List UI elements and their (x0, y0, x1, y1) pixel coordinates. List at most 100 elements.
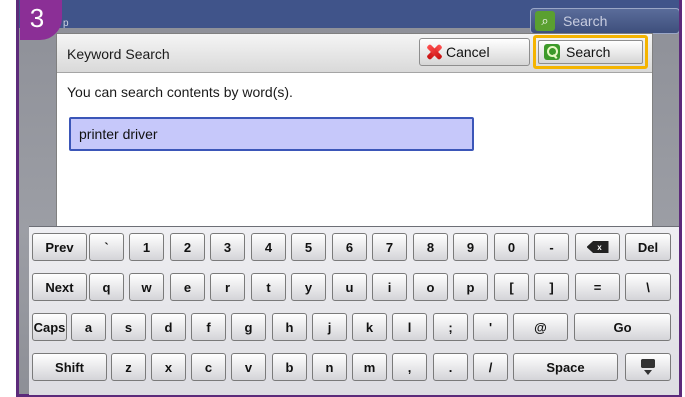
key-char-118[interactable]: v (231, 353, 266, 381)
search-icon: ⌕ (535, 11, 555, 31)
key-label: u (345, 279, 354, 295)
key-char-99[interactable]: c (191, 353, 226, 381)
key-char-102[interactable]: f (191, 313, 226, 341)
key-char-112[interactable]: p (453, 273, 488, 301)
search-icon (544, 44, 560, 60)
key-char-51[interactable]: 3 (210, 233, 245, 261)
key-hide-keyboard[interactable] (625, 353, 671, 381)
key-char-116[interactable]: t (251, 273, 286, 301)
key-label: c (204, 359, 213, 375)
backspace-icon: x (586, 241, 609, 253)
key-char-50[interactable]: 2 (170, 233, 205, 261)
key-label: t (266, 279, 271, 295)
key-label: Shift (55, 359, 84, 375)
key-char-117[interactable]: u (332, 273, 367, 301)
key-char-47[interactable]: / (473, 353, 508, 381)
key-char-109[interactable]: m (352, 353, 387, 381)
key-char-64[interactable]: @ (513, 313, 568, 341)
key-char-44[interactable]: , (392, 353, 427, 381)
key-char-113[interactable]: q (89, 273, 124, 301)
key-char-106[interactable]: j (312, 313, 347, 341)
key-char-107[interactable]: k (352, 313, 387, 341)
key-char-108[interactable]: l (392, 313, 427, 341)
dialog-header: Keyword Search Cancel Search (57, 34, 652, 73)
key-label: , (407, 359, 412, 375)
key-char-110[interactable]: n (312, 353, 347, 381)
key-label: r (224, 279, 231, 295)
key-char-122[interactable]: z (111, 353, 146, 381)
key-label: n (325, 359, 334, 375)
key-char-55[interactable]: 7 (372, 233, 407, 261)
key-char-53[interactable]: 5 (291, 233, 326, 261)
key-shift[interactable]: Shift (32, 353, 107, 381)
key-char-97[interactable]: a (71, 313, 106, 341)
key-label: 1 (142, 239, 151, 255)
key-char-92[interactable]: \ (625, 273, 671, 301)
key-backspace[interactable]: x (575, 233, 620, 261)
key-label: h (285, 319, 294, 335)
search-button[interactable]: Search (538, 40, 643, 64)
key-label: Prev (45, 239, 74, 255)
key-label: 2 (183, 239, 192, 255)
key-label: 0 (507, 239, 516, 255)
key-char-103[interactable]: g (231, 313, 266, 341)
step-number: 3 (29, 3, 45, 33)
cancel-label: Cancel (446, 44, 490, 60)
cancel-button[interactable]: Cancel (419, 38, 530, 66)
key-label: 9 (466, 239, 475, 255)
key-label: v (244, 359, 253, 375)
key-char-54[interactable]: 6 (332, 233, 367, 261)
key-label: g (244, 319, 253, 335)
key-go[interactable]: Go (574, 313, 671, 341)
key-label: - (549, 239, 554, 255)
dialog-description: You can search contents by word(s). (67, 84, 293, 100)
key-char-119[interactable]: w (129, 273, 164, 301)
key-label: a (84, 319, 93, 335)
key-label: 3 (223, 239, 232, 255)
key-prev[interactable]: Prev (32, 233, 87, 261)
keyboard-hide-icon (641, 359, 655, 375)
key-space[interactable]: Space (513, 353, 618, 381)
key-char-111[interactable]: o (413, 273, 448, 301)
key-char-104[interactable]: h (272, 313, 307, 341)
key-label: e (183, 279, 192, 295)
key-char-100[interactable]: d (151, 313, 186, 341)
key-char-93[interactable]: ] (534, 273, 569, 301)
key-char-61[interactable]: = (575, 273, 620, 301)
key-next[interactable]: Next (32, 273, 87, 301)
key-char-105[interactable]: i (372, 273, 407, 301)
key-char-115[interactable]: s (111, 313, 146, 341)
key-label: p (466, 279, 475, 295)
key-label: ] (549, 279, 554, 295)
background-search-button: ⌕ Search (530, 8, 679, 34)
key-char-91[interactable]: [ (494, 273, 529, 301)
key-char-56[interactable]: 8 (413, 233, 448, 261)
key-char-101[interactable]: e (170, 273, 205, 301)
key-char-96[interactable]: ` (89, 233, 124, 261)
key-char-39[interactable]: ' (473, 313, 508, 341)
key-del[interactable]: Del (625, 233, 671, 261)
key-char-120[interactable]: x (151, 353, 186, 381)
key-label: 5 (304, 239, 313, 255)
key-char-46[interactable]: . (433, 353, 468, 381)
key-char-114[interactable]: r (210, 273, 245, 301)
keyword-input[interactable] (69, 117, 474, 151)
key-label: m (363, 359, 376, 375)
key-label: w (141, 279, 152, 295)
key-char-57[interactable]: 9 (453, 233, 488, 261)
key-char-48[interactable]: 0 (494, 233, 529, 261)
key-char-52[interactable]: 4 (251, 233, 286, 261)
key-char-59[interactable]: ; (433, 313, 468, 341)
key-char-121[interactable]: y (291, 273, 326, 301)
key-label: o (426, 279, 435, 295)
key-label: @ (534, 319, 547, 335)
key-label: q (102, 279, 111, 295)
key-label: s (124, 319, 133, 335)
key-label: l (407, 319, 412, 335)
background-search-label: Search (563, 13, 608, 29)
key-char-98[interactable]: b (272, 353, 307, 381)
key-caps[interactable]: Caps (32, 313, 67, 341)
key-char-49[interactable]: 1 (129, 233, 164, 261)
backspace-glyph: x (597, 242, 602, 252)
key-char-45[interactable]: - (534, 233, 569, 261)
